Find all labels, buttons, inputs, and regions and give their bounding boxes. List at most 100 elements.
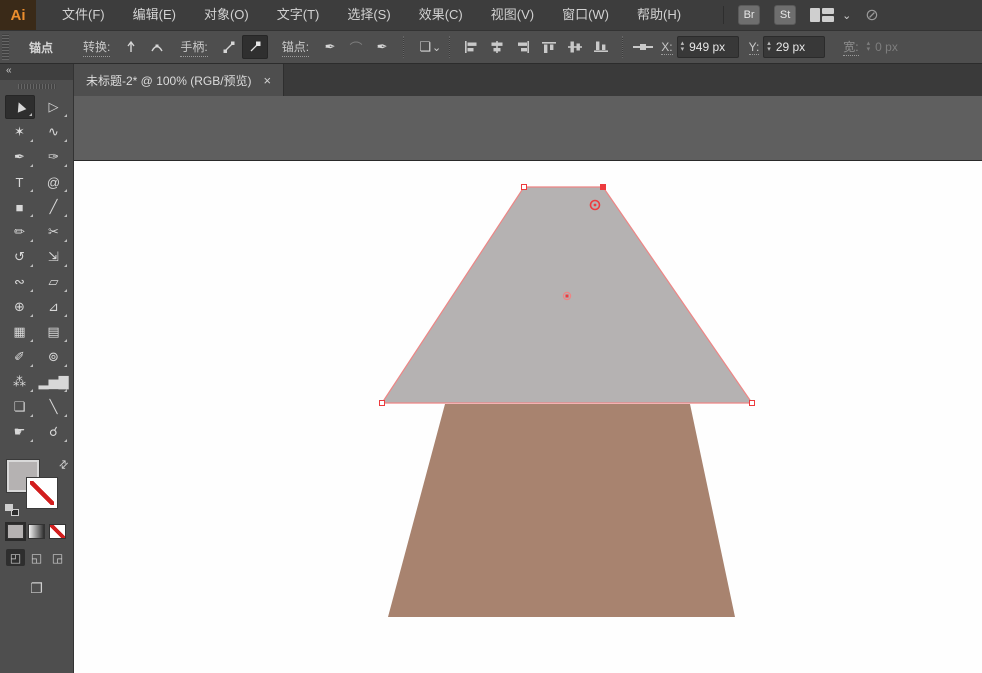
screen-mode-icon[interactable]: ❐ xyxy=(30,580,43,597)
stepper-arrows-icon[interactable]: ▴ ▾ xyxy=(767,40,771,53)
workspace-switcher-icon[interactable] xyxy=(810,8,835,22)
tool-button[interactable]: ❏ xyxy=(5,395,35,419)
default-fill-stroke-icon[interactable] xyxy=(4,504,19,516)
tool-button[interactable]: ✶ xyxy=(5,120,35,144)
menu-item[interactable]: 文件(F) xyxy=(48,0,119,30)
menu-item[interactable]: 窗口(W) xyxy=(548,0,623,30)
tool-button[interactable]: ▷ xyxy=(39,95,69,119)
menu-item[interactable]: 视图(V) xyxy=(477,0,548,30)
align-right-icon[interactable] xyxy=(510,35,536,59)
control-bar: 锚点 转换: 手柄: 锚点: ✒ ⌒ ✒ ❏ ⌄ X: ▴ ▾ 949 px Y… xyxy=(0,30,982,64)
tool-button[interactable]: ⁂ xyxy=(5,370,35,394)
connect-endpoints-icon[interactable]: ✒ xyxy=(369,35,395,59)
menu-item[interactable]: 文字(T) xyxy=(263,0,334,30)
anchor-point[interactable] xyxy=(379,400,385,406)
width-field-group: 宽: ▴ ▾ 0 px xyxy=(843,36,934,58)
anchor-point[interactable] xyxy=(749,400,755,406)
tool-button[interactable]: ✐ xyxy=(5,345,35,369)
tool-icon: ✐ xyxy=(14,349,25,364)
chevron-down-icon[interactable]: ⌄ xyxy=(842,9,851,22)
show-handles-icon[interactable] xyxy=(216,35,242,59)
cut-path-icon[interactable]: ⌒ xyxy=(343,35,369,59)
menu-item[interactable]: 对象(O) xyxy=(190,0,263,30)
tool-button[interactable]: T xyxy=(5,170,35,194)
width-label: 宽: xyxy=(843,40,859,56)
tool-button[interactable]: ⊕ xyxy=(5,295,35,319)
bridge-launch-button[interactable]: Br xyxy=(738,5,761,25)
tool-button[interactable]: ▤ xyxy=(39,320,69,344)
document-tab[interactable]: 未标题-2* @ 100% (RGB/预览) × xyxy=(74,64,285,96)
swap-fill-stroke-icon[interactable]: ⇄ xyxy=(56,457,72,472)
convert-to-corner-icon[interactable] xyxy=(118,35,144,59)
close-tab-icon[interactable]: × xyxy=(264,73,272,88)
tool-button[interactable]: ✑ xyxy=(39,145,69,169)
tool-grid: ▶ ▷ ✶ ∿ ✒ ✑ T @ ■ ╱ ✏ ✂ ↺ ⇲ ∾ ▱ ⊕ ⊿ ▦ ▤ … xyxy=(4,95,69,444)
align-v-center-icon[interactable] xyxy=(562,35,588,59)
stepper-arrows-icon[interactable]: ▴ ▾ xyxy=(681,40,685,53)
y-input[interactable]: ▴ ▾ 29 px xyxy=(763,36,826,58)
tool-button[interactable]: ╲ xyxy=(39,395,69,419)
tool-button[interactable]: ∿ xyxy=(39,120,69,144)
menu-item[interactable]: 效果(C) xyxy=(405,0,477,30)
align-top-icon[interactable] xyxy=(536,35,562,59)
tool-button[interactable]: ∾ xyxy=(5,270,35,294)
flyout-triangle-icon xyxy=(63,214,67,217)
tool-button[interactable]: ⇲ xyxy=(39,245,69,269)
anchor-point-selected[interactable] xyxy=(600,184,606,190)
hide-handles-icon[interactable] xyxy=(241,35,268,59)
chevron-down-icon[interactable]: ⌄ xyxy=(432,41,441,54)
gradient-button[interactable] xyxy=(28,524,45,539)
tool-button[interactable]: ☛ xyxy=(5,420,35,444)
drawing-mode-button[interactable]: ◰ xyxy=(6,549,25,566)
flyout-triangle-icon xyxy=(63,239,67,242)
stock-launch-button[interactable]: St xyxy=(774,5,797,25)
anchor-point[interactable] xyxy=(521,184,527,190)
none-button[interactable] xyxy=(49,524,66,539)
menu-item[interactable]: 编辑(E) xyxy=(119,0,190,30)
tool-icon: ⇲ xyxy=(48,249,59,264)
tool-button[interactable]: ▶ xyxy=(4,95,35,119)
app-logo-icon[interactable]: Ai xyxy=(0,0,36,30)
drawing-mode-button[interactable]: ◱ xyxy=(27,549,46,566)
flyout-triangle-icon xyxy=(29,264,33,267)
tool-button[interactable]: ▱ xyxy=(39,270,69,294)
menu-item[interactable]: 帮助(H) xyxy=(623,0,695,30)
panel-grip[interactable] xyxy=(2,34,9,60)
tool-button[interactable]: @ xyxy=(39,170,69,194)
lamp-base-shape[interactable] xyxy=(388,404,735,617)
x-input[interactable]: ▴ ▾ 949 px xyxy=(676,36,739,58)
panel-grip[interactable] xyxy=(17,84,56,89)
tool-button[interactable]: ■ xyxy=(5,195,35,219)
color-button[interactable] xyxy=(5,522,26,541)
align-left-icon[interactable] xyxy=(458,35,484,59)
menu-item[interactable]: 选择(S) xyxy=(333,0,404,30)
tool-button[interactable]: ╱ xyxy=(39,195,69,219)
tool-button[interactable]: ⊿ xyxy=(39,295,69,319)
cs-live-icon[interactable]: ⊘ xyxy=(865,5,878,25)
stroke-swatch[interactable] xyxy=(25,477,58,509)
tool-button[interactable]: ✏ xyxy=(5,220,35,244)
width-input: ▴ ▾ 0 px xyxy=(863,36,925,58)
tools-panel: « ▶ ▷ ✶ ∿ ✒ ✑ T @ ■ ╱ ✏ ✂ ↺ ⇲ ∾ ▱ ⊕ ⊿ ▦ … xyxy=(0,64,74,673)
convert-to-smooth-icon[interactable] xyxy=(144,35,170,59)
handles-label: 手柄: xyxy=(180,38,208,57)
tool-button[interactable]: ⊚ xyxy=(39,345,69,369)
drawing-mode-button[interactable]: ◲ xyxy=(48,549,67,566)
tool-icon: @ xyxy=(46,174,61,190)
flyout-triangle-icon xyxy=(29,189,33,192)
tool-button[interactable]: ↺ xyxy=(5,245,35,269)
tool-icon: ☌ xyxy=(49,424,58,439)
tool-button[interactable]: ☌ xyxy=(39,420,69,444)
align-h-center-icon[interactable] xyxy=(484,35,510,59)
delete-anchor-icon[interactable]: ✒ xyxy=(317,35,343,59)
tool-button[interactable]: ✒ xyxy=(5,145,35,169)
canvas-shapes xyxy=(379,184,755,617)
align-bottom-icon[interactable] xyxy=(588,35,614,59)
flyout-triangle-icon xyxy=(29,314,33,317)
canvas-viewport[interactable] xyxy=(74,96,982,673)
tool-button[interactable]: ✂ xyxy=(39,220,69,244)
collapse-panel-icon[interactable]: « xyxy=(0,64,73,80)
flyout-triangle-icon xyxy=(28,113,32,116)
tool-button[interactable]: ▦ xyxy=(5,320,35,344)
tool-button[interactable]: ▂▅▇ xyxy=(39,370,69,394)
